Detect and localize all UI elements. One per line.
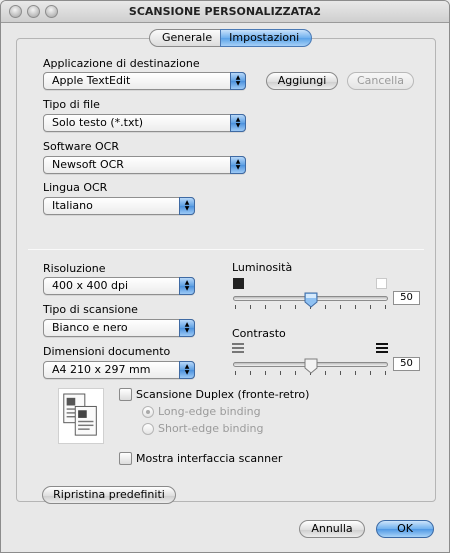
slider-tick — [235, 371, 236, 375]
slider-tick — [370, 371, 371, 375]
file-type-popup[interactable]: Solo testo (*.txt) ▲ ▼ — [43, 114, 246, 132]
title-bar: SCANSIONE PERSONALIZZATA2 — [1, 1, 449, 23]
slider-tick — [385, 305, 386, 309]
document-size-popup[interactable]: A4 210 x 297 mm ▲ ▼ — [43, 361, 195, 379]
ocr-software-popup[interactable]: Newsoft OCR ▲ ▼ — [43, 156, 246, 174]
scan-settings-window: SCANSIONE PERSONALIZZATA2 Generale Impos… — [0, 0, 450, 553]
duplex-checkbox[interactable] — [119, 388, 132, 401]
ocr-software-label: Software OCR — [43, 140, 119, 153]
slider-tick — [250, 305, 251, 309]
slider-tick — [280, 305, 281, 309]
delete-button[interactable]: Cancella — [347, 72, 414, 90]
brightness-slider-knob[interactable] — [304, 292, 318, 308]
slider-tick — [250, 371, 251, 375]
resolution-value: 400 x 400 dpi — [52, 279, 129, 292]
slider-tick — [370, 305, 371, 309]
scan-type-popup[interactable]: Bianco e nero ▲ ▼ — [43, 319, 195, 337]
section-divider — [28, 249, 424, 250]
contrast-label: Contrasto — [232, 327, 286, 340]
ocr-language-value: Italiano — [52, 199, 93, 212]
slider-tick — [280, 371, 281, 375]
ok-button[interactable]: OK — [376, 520, 434, 538]
add-button[interactable]: Aggiungi — [266, 72, 338, 90]
ocr-software-value: Newsoft OCR — [52, 158, 124, 171]
ocr-language-label: Lingua OCR — [43, 181, 108, 194]
brightness-label: Luminosità — [232, 261, 293, 274]
window-title: SCANSIONE PERSONALIZZATA2 — [128, 5, 322, 18]
popup-arrows-icon: ▲ ▼ — [230, 72, 246, 90]
duplex-document-icon — [58, 388, 104, 444]
slider-tick — [295, 371, 296, 375]
scan-type-label: Tipo di scansione — [43, 303, 138, 316]
slider-tick — [385, 371, 386, 375]
slider-tick — [355, 371, 356, 375]
contrast-slider-knob[interactable] — [304, 358, 318, 374]
slider-tick — [235, 305, 236, 309]
show-scanner-interface-checkbox[interactable] — [119, 452, 132, 465]
slider-tick — [325, 371, 326, 375]
scan-type-value: Bianco e nero — [52, 321, 128, 334]
cancel-button[interactable]: Annulla — [299, 520, 365, 538]
file-type-value: Solo testo (*.txt) — [52, 116, 144, 129]
popup-arrows-icon: ▲ ▼ — [179, 277, 195, 295]
slider-tick — [265, 371, 266, 375]
light-brightness-icon — [376, 278, 387, 289]
resolution-label: Risoluzione — [43, 262, 106, 275]
slider-tick — [355, 305, 356, 309]
popup-arrows-icon: ▲ ▼ — [230, 156, 246, 174]
low-contrast-icon — [232, 343, 244, 353]
duplex-label: Scansione Duplex (fronte-retro) — [136, 388, 310, 401]
slider-tick — [295, 305, 296, 309]
dark-brightness-icon — [233, 278, 244, 289]
brightness-value-field[interactable]: 50 — [393, 291, 420, 305]
popup-arrows-icon: ▲ ▼ — [230, 114, 246, 132]
popup-arrows-icon: ▲ ▼ — [179, 319, 195, 337]
ocr-language-popup[interactable]: Italiano ▲ ▼ — [43, 197, 195, 215]
tab-generale[interactable]: Generale — [149, 29, 221, 47]
destination-app-popup[interactable]: Apple TextEdit ▲ ▼ — [43, 72, 246, 90]
short-edge-radio[interactable] — [142, 423, 154, 435]
long-edge-radio[interactable] — [142, 406, 154, 418]
document-size-value: A4 210 x 297 mm — [52, 363, 151, 376]
popup-arrows-icon: ▲ ▼ — [179, 197, 195, 215]
short-edge-label: Short-edge binding — [158, 422, 264, 435]
contrast-value-field[interactable]: 50 — [393, 357, 420, 371]
high-contrast-icon — [376, 343, 388, 353]
long-edge-label: Long-edge binding — [158, 405, 261, 418]
tab-impostazioni[interactable]: Impostazioni — [220, 29, 313, 47]
popup-arrows-icon: ▲ ▼ — [179, 361, 195, 379]
tab-bar: Generale Impostazioni — [149, 29, 313, 47]
restore-defaults-button[interactable]: Ripristina predefiniti — [42, 486, 176, 504]
destination-app-label: Applicazione di destinazione — [43, 57, 200, 70]
slider-tick — [340, 305, 341, 309]
show-scanner-interface-label: Mostra interfaccia scanner — [136, 452, 283, 465]
slider-tick — [325, 305, 326, 309]
file-type-label: Tipo di file — [43, 98, 100, 111]
resolution-popup[interactable]: 400 x 400 dpi ▲ ▼ — [43, 277, 195, 295]
document-size-label: Dimensioni documento — [43, 345, 171, 358]
slider-tick — [265, 305, 266, 309]
slider-tick — [340, 371, 341, 375]
destination-app-value: Apple TextEdit — [52, 74, 131, 87]
